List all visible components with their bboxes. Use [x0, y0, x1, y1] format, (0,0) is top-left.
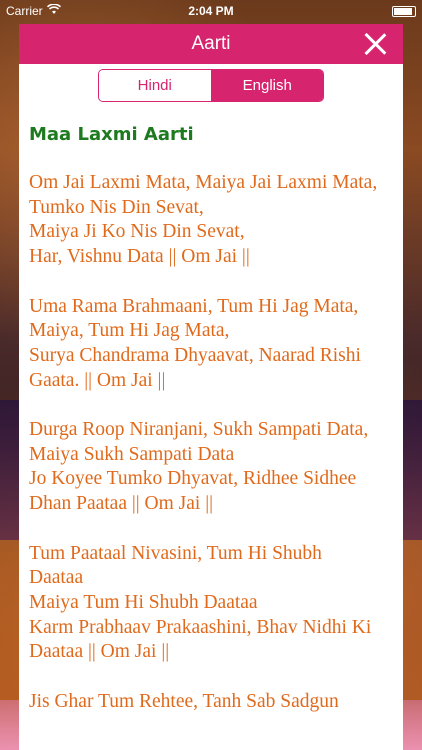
modal-header: Aarti — [19, 24, 403, 64]
carrier-label: Carrier — [6, 4, 43, 18]
tab-hindi[interactable]: Hindi — [99, 70, 212, 101]
modal-title: Aarti — [191, 33, 231, 54]
aarti-title: Maa Laxmi Aarti — [29, 124, 194, 145]
language-segmented-control: Hindi English — [98, 69, 324, 102]
battery-icon — [392, 5, 416, 17]
status-bar: Carrier 2:04 PM — [0, 0, 422, 22]
verse: Jis Ghar Tum Rehtee, Tanh Sab Sadgun — [29, 690, 339, 712]
status-time: 2:04 PM — [188, 4, 234, 18]
status-left: Carrier — [6, 3, 61, 18]
aarti-text-scroll[interactable]: Maa Laxmi Aarti Om Jai Laxmi Mata, Maiya… — [19, 122, 403, 714]
verse: Om Jai Laxmi Mata, Maiya Jai Laxmi Mata,… — [29, 172, 378, 268]
tab-english[interactable]: English — [211, 70, 323, 101]
aarti-modal: Aarti Hindi English Maa Laxmi Aarti Om J… — [19, 24, 403, 750]
verse: Uma Rama Brahmaani, Tum Hi Jag Mata, Mai… — [29, 295, 361, 391]
verse: Tum Paataal Nivasini, Tum Hi Shubh Daata… — [29, 542, 372, 663]
wifi-icon — [46, 3, 61, 18]
close-icon[interactable] — [363, 32, 387, 56]
verse: Durga Roop Niranjani, Sukh Sampati Data,… — [29, 419, 369, 515]
